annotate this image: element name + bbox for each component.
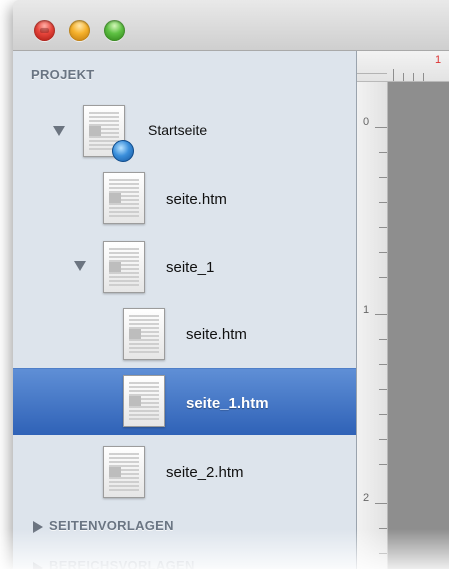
tree-item-label: seite_1.htm bbox=[186, 395, 269, 412]
vertical-ruler: 0 1 2 bbox=[357, 82, 388, 569]
title-bar bbox=[13, 0, 449, 51]
disclosure-triangle-collapsed-icon[interactable] bbox=[33, 521, 43, 533]
tree-item-label: seite_2.htm bbox=[166, 464, 244, 481]
page-canvas-area[interactable] bbox=[388, 82, 449, 569]
document-icon bbox=[103, 446, 145, 498]
tree-item-label: seite.htm bbox=[186, 326, 247, 343]
tree-item-seite-2-htm[interactable]: seite_2.htm bbox=[13, 441, 356, 503]
zoom-window-button[interactable] bbox=[104, 20, 125, 41]
tree-item-seite-htm[interactable]: seite.htm bbox=[13, 167, 356, 229]
globe-icon bbox=[112, 140, 134, 162]
document-icon bbox=[123, 308, 165, 360]
tree-item-startseite[interactable]: Startseite bbox=[13, 101, 356, 163]
project-section-header: PROJEKT bbox=[31, 67, 95, 82]
disclosure-triangle-expanded-icon[interactable] bbox=[74, 261, 86, 271]
page-templates-section-header[interactable]: SEITENVORLAGEN bbox=[49, 518, 174, 533]
app-window: PROJEKT Startseite seite.htm seite_1 sei… bbox=[13, 0, 449, 569]
globe-page-icon bbox=[83, 105, 134, 162]
document-icon bbox=[103, 172, 145, 224]
ruler-label: 1 bbox=[363, 304, 370, 316]
disclosure-triangle-collapsed-icon[interactable] bbox=[33, 562, 43, 569]
tree-item-label: seite_1 bbox=[166, 259, 215, 276]
area-templates-section-header[interactable]: BEREICHSVORLAGEN bbox=[49, 558, 195, 569]
close-window-button[interactable] bbox=[34, 20, 55, 41]
tree-item-label: seite.htm bbox=[166, 191, 227, 208]
minimize-window-button[interactable] bbox=[69, 20, 90, 41]
ruler-label: 2 bbox=[363, 492, 370, 504]
horizontal-ruler: 1 bbox=[357, 51, 449, 82]
ruler-label: 0 bbox=[363, 116, 370, 128]
disclosure-triangle-expanded-icon[interactable] bbox=[53, 126, 65, 136]
tree-item-seite-1-htm[interactable]: seite_1.htm bbox=[13, 368, 356, 435]
tree-item-label: Startseite bbox=[148, 122, 208, 138]
document-icon bbox=[123, 375, 165, 427]
project-sidebar: PROJEKT Startseite seite.htm seite_1 sei… bbox=[13, 51, 357, 569]
tree-item-seite-htm-child[interactable]: seite.htm bbox=[13, 303, 356, 365]
tree-item-seite-1-folder[interactable]: seite_1 bbox=[13, 236, 356, 298]
ruler-marker: 1 bbox=[435, 54, 442, 66]
document-icon bbox=[103, 241, 145, 293]
